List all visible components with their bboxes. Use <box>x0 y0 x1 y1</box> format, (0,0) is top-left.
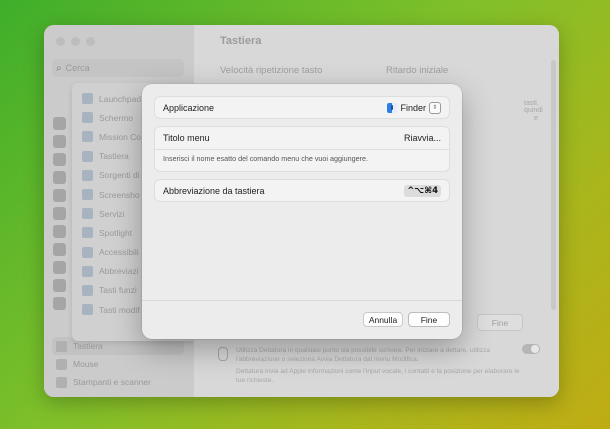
scrollbar[interactable] <box>551 60 556 310</box>
sidebar-category-icon <box>53 117 66 130</box>
sidebar-item-label: Stampanti e scanner <box>73 377 151 387</box>
search-icon: ⌕ <box>56 62 62 74</box>
list-item-label: Sorgenti di <box>99 170 140 181</box>
sidebar-category-icon <box>53 171 66 184</box>
menu-title-group: Titolo menu Riavvia... Inserisci il nome… <box>154 126 450 172</box>
shortcut-recorder[interactable]: ^⌥⌘4 <box>404 184 441 197</box>
application-value: Finder <box>400 102 426 113</box>
list-item-label: Mission Co <box>99 131 142 142</box>
sidebar-category-icon <box>53 279 66 292</box>
list-item-label: Abbreviazi <box>99 266 139 277</box>
sidebar-item-label: Mouse <box>73 359 99 369</box>
modifier-keys-icon <box>82 304 93 316</box>
input-sources-icon <box>82 169 93 181</box>
dictation-description: Utilizza Dettatura in qualsiasi punto si… <box>236 347 490 363</box>
background-text-fragment: e <box>534 115 538 122</box>
minimize-window-button[interactable] <box>71 37 80 46</box>
menu-title-input[interactable]: Riavvia... <box>404 133 441 143</box>
finder-icon <box>387 102 398 113</box>
microphone-icon <box>218 347 228 361</box>
list-item-label: Servizi <box>99 208 125 219</box>
page-title: Tastiera <box>220 35 262 47</box>
list-item-label: Launchpad <box>99 93 142 104</box>
sidebar-category-icon <box>53 135 66 148</box>
background-done-button[interactable]: Fine <box>477 314 523 331</box>
application-group: Applicazione Finder ⇳ <box>154 96 450 119</box>
sidebar-category-icon <box>53 189 66 202</box>
cancel-button[interactable]: Annulla <box>363 312 403 327</box>
shortcut-group: Abbreviazione da tastiera ^⌥⌘4 <box>154 179 450 202</box>
display-icon <box>82 112 93 124</box>
application-popup[interactable]: Finder ⇳ <box>387 101 441 114</box>
close-window-button[interactable] <box>56 37 65 46</box>
zoom-window-button[interactable] <box>86 37 95 46</box>
shortcut-row: Abbreviazione da tastiera ^⌥⌘4 <box>163 180 441 201</box>
dictation-privacy-note: Dettatura invia ad Apple informazioni co… <box>236 368 520 384</box>
search-placeholder: Cerca <box>65 63 90 73</box>
list-item-label: Tasti modif <box>99 304 140 315</box>
done-button[interactable]: Fine <box>408 312 450 327</box>
list-item-label: Screensho <box>99 189 140 200</box>
key-repeat-rate-label: Velocità ripetizione tasto <box>220 65 323 76</box>
divider <box>155 149 449 150</box>
sidebar-category-icon <box>53 261 66 274</box>
sidebar-item-printers[interactable]: Stampanti e scanner <box>52 373 184 391</box>
sidebar-category-icon <box>53 207 66 220</box>
delay-until-repeat-label: Ritardo iniziale <box>386 65 449 76</box>
menu-title-hint: Inserisci il nome esatto del comando men… <box>163 154 368 163</box>
list-item-label: Spotlight <box>99 227 133 238</box>
shortcut-label: Abbreviazione da tastiera <box>163 185 265 196</box>
search-input[interactable]: ⌕ Cerca <box>52 59 184 77</box>
sidebar-bottom-list: Tastiera Mouse Stampanti e scanner <box>52 337 184 391</box>
services-icon <box>82 208 93 220</box>
chevron-up-down-icon: ⇳ <box>429 101 441 114</box>
launchpad-icon <box>82 93 93 105</box>
mission-control-icon <box>82 131 93 143</box>
sidebar-category-icon <box>53 297 66 310</box>
printer-icon <box>56 376 67 388</box>
menu-title-row: Titolo menu Riavvia... <box>163 127 441 149</box>
application-row: Applicazione Finder ⇳ <box>163 97 441 118</box>
function-keys-icon <box>82 284 93 296</box>
keyboard-icon <box>82 150 93 162</box>
mouse-icon <box>56 358 67 370</box>
sidebar-item-label: Tastiera <box>73 341 103 351</box>
accessibility-icon <box>82 246 93 258</box>
spotlight-icon <box>82 227 93 239</box>
sidebar-category-icon <box>53 243 66 256</box>
add-shortcut-dialog: Applicazione Finder ⇳ Titolo menu Riavvi… <box>142 84 462 339</box>
footer-divider <box>142 300 462 301</box>
screenshot-icon <box>82 189 93 201</box>
list-item-label: Accessibili <box>99 247 139 258</box>
list-item-label: Schermo <box>99 112 134 123</box>
list-item-label: Tastiera <box>99 151 129 162</box>
window-controls <box>56 37 95 46</box>
menu-title-label: Titolo menu <box>163 133 210 143</box>
sidebar-item-mouse[interactable]: Mouse <box>52 355 184 373</box>
application-label: Applicazione <box>163 102 215 113</box>
list-item-label: Tasti funzi <box>99 285 137 296</box>
sidebar-category-icon <box>53 153 66 166</box>
keyboard-icon <box>56 340 67 352</box>
app-shortcuts-icon <box>82 265 93 277</box>
sidebar-icons <box>53 117 66 315</box>
sidebar-category-icon <box>53 225 66 238</box>
dictation-toggle[interactable] <box>522 344 540 354</box>
